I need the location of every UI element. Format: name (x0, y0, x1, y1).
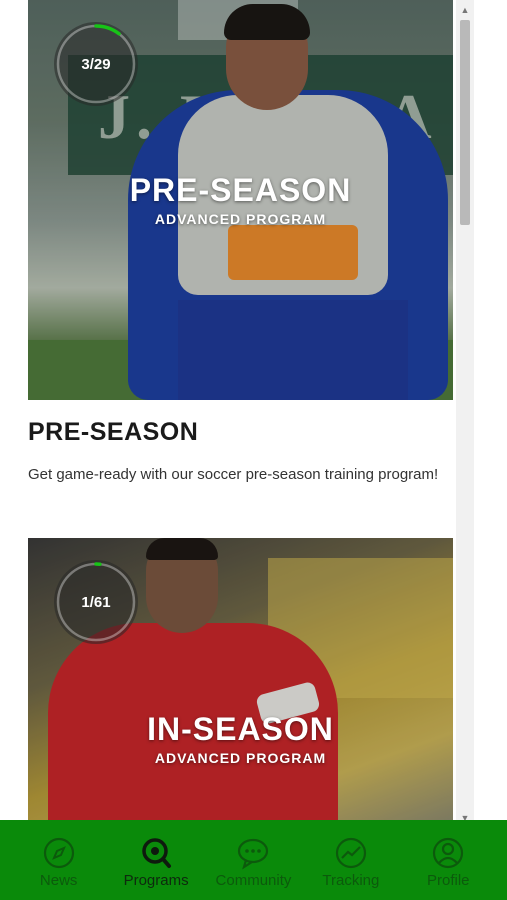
program-overlay-subtitle: ADVANCED PROGRAM (154, 211, 327, 227)
program-card-image-pre-season[interactable]: J. ENGLA 3/29 PRE-SEASON ADVANCED PROGRA… (28, 0, 453, 400)
progress-count: 3/29 (81, 55, 111, 73)
nav-item-news[interactable]: News (11, 836, 107, 889)
chart-icon (335, 837, 366, 869)
program-heading[interactable]: PRE-SEASON (28, 418, 198, 447)
search-icon (142, 838, 172, 868)
compass-icon (43, 837, 74, 869)
nav-label: Community (215, 872, 292, 889)
nav-label: Profile (426, 872, 470, 889)
bottom-navigation: News Programs Community Tracking Profile (0, 820, 507, 900)
scroll-up-arrow-icon[interactable]: ▲ (456, 2, 474, 18)
nav-label: Tracking (322, 872, 380, 889)
person-icon (433, 837, 464, 869)
nav-item-programs[interactable]: Programs (108, 836, 204, 889)
program-overlay-title: PRE-SEASON (129, 172, 352, 208)
program-overlay-subtitle: ADVANCED PROGRAM (154, 750, 327, 766)
program-description: Get game-ready with our soccer pre-seaso… (28, 466, 439, 483)
nav-item-profile[interactable]: Profile (400, 836, 496, 889)
progress-ring: 3/29 (54, 22, 138, 106)
progress-count: 1/61 (81, 593, 111, 611)
nav-label: Programs (123, 872, 189, 889)
nav-item-tracking[interactable]: Tracking (303, 836, 399, 889)
program-list[interactable]: J. ENGLA 3/29 PRE-SEASON ADVANCED PROGRA… (0, 0, 507, 820)
nav-label: News (39, 872, 78, 889)
scrollbar[interactable]: ▲ ▼ (456, 0, 474, 823)
program-card-image-in-season[interactable]: 1/61 IN-SEASON ADVANCED PROGRAM (28, 538, 453, 820)
chat-bubble-icon (238, 838, 269, 870)
program-overlay-title: IN-SEASON (147, 711, 334, 747)
nav-item-community[interactable]: Community (205, 836, 301, 889)
scrollbar-thumb[interactable] (460, 20, 470, 225)
progress-ring: 1/61 (54, 560, 138, 644)
